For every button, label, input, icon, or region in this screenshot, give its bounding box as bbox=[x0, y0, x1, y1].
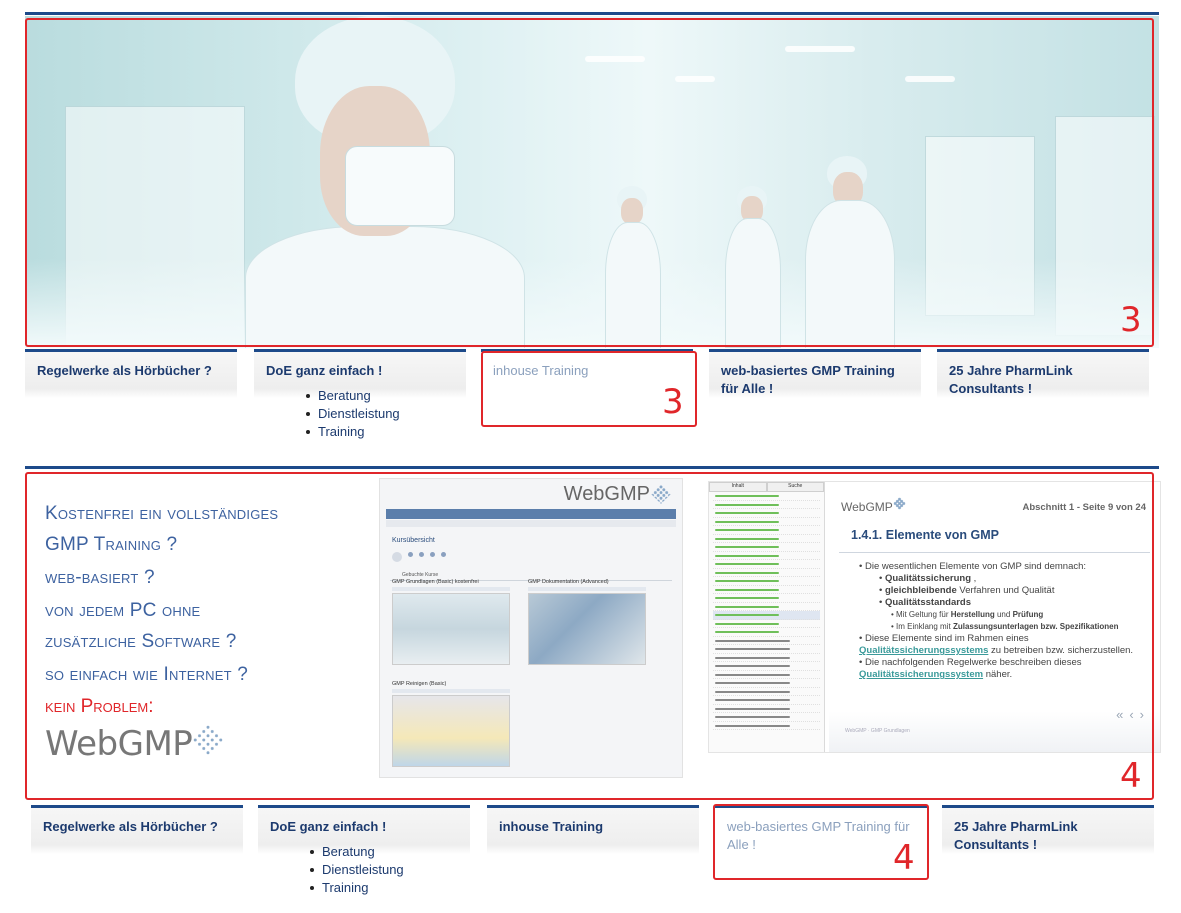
tab-pharmlink[interactable]: 25 Jahre PharmLink Consultants ! bbox=[937, 349, 1149, 449]
tab-marker: 4 bbox=[893, 838, 915, 878]
tab-label[interactable]: Regelwerke als Hörbücher ? bbox=[31, 808, 243, 836]
tab-label[interactable]: 25 Jahre PharmLink Consultants ! bbox=[937, 352, 1149, 398]
hero-marker: 3 bbox=[1120, 300, 1142, 340]
doe-sublist: Beratung Dienstleistung Training bbox=[310, 843, 470, 897]
tab-marker: 3 bbox=[662, 382, 684, 422]
tab-pharmlink[interactable]: 25 Jahre PharmLink Consultants ! bbox=[942, 805, 1154, 905]
doe-item-training[interactable]: Training bbox=[306, 423, 466, 441]
tab-inhouse-training[interactable]: inhouse Training bbox=[487, 805, 699, 905]
tab-doe[interactable]: DoE ganz einfach ! Beratung Dienstleistu… bbox=[258, 805, 470, 905]
section2-rule bbox=[25, 466, 1159, 469]
hero-highlight-box bbox=[25, 18, 1154, 347]
tab-label[interactable]: DoE ganz einfach ! bbox=[254, 352, 466, 380]
doe-item-beratung[interactable]: Beratung bbox=[306, 387, 466, 405]
tab-hoerbuecher[interactable]: Regelwerke als Hörbücher ? bbox=[31, 805, 243, 905]
nav-tabs-2: Regelwerke als Hörbücher ? DoE ganz einf… bbox=[25, 805, 1159, 905]
doe-item-dienstleistung[interactable]: Dienstleistung bbox=[306, 405, 466, 423]
doe-item-dienstleistung[interactable]: Dienstleistung bbox=[310, 861, 470, 879]
doe-item-beratung[interactable]: Beratung bbox=[310, 843, 470, 861]
promo-highlight-box bbox=[25, 472, 1154, 800]
doe-item-training[interactable]: Training bbox=[310, 879, 470, 897]
tab-label[interactable]: Regelwerke als Hörbücher ? bbox=[25, 352, 237, 380]
doe-sublist: Beratung Dienstleistung Training bbox=[306, 387, 466, 441]
tab-web-gmp[interactable]: web-basiertes GMP Training für Alle ! bbox=[709, 349, 921, 449]
tab-label[interactable]: inhouse Training bbox=[487, 808, 699, 836]
tab-doe[interactable]: DoE ganz einfach ! Beratung Dienstleistu… bbox=[254, 349, 466, 449]
promo-marker: 4 bbox=[1120, 756, 1142, 796]
tab-hoerbuecher[interactable]: Regelwerke als Hörbücher ? bbox=[25, 349, 237, 449]
top-rule bbox=[25, 12, 1159, 15]
tab-label[interactable]: 25 Jahre PharmLink Consultants ! bbox=[942, 808, 1154, 854]
tab-label[interactable]: web-basiertes GMP Training für Alle ! bbox=[709, 352, 921, 398]
tab-label[interactable]: DoE ganz einfach ! bbox=[258, 808, 470, 836]
